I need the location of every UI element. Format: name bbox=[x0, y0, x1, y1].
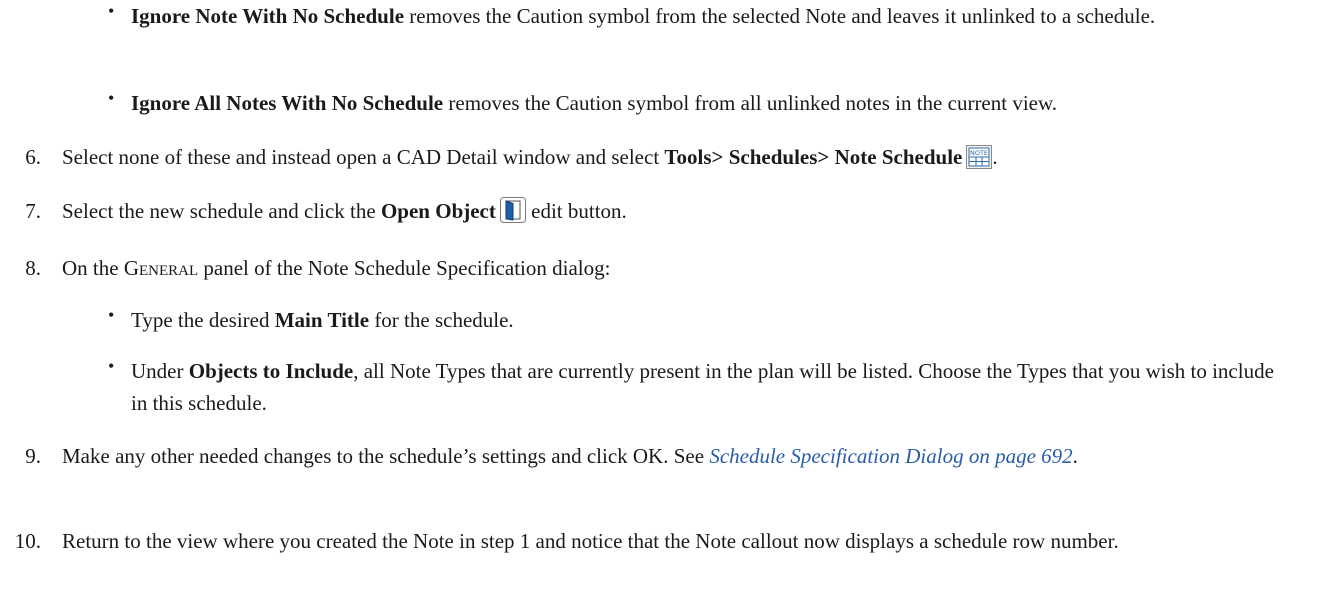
bullet-dot: • bbox=[108, 88, 115, 108]
manual-page: • Ignore Note With No Schedule removes t… bbox=[0, 0, 1334, 608]
bold-term: Objects to Include bbox=[188, 359, 354, 383]
panel-name: General bbox=[123, 256, 199, 280]
bullet-dot: • bbox=[108, 1, 115, 21]
bullet-text: Ignore All Notes With No Schedule remove… bbox=[131, 91, 1058, 115]
menu-path: Tools> Schedules> Note Schedule bbox=[664, 145, 963, 169]
bold-term: Main Title bbox=[274, 308, 370, 332]
bullet-dot: • bbox=[108, 356, 115, 376]
button-name: Open Object bbox=[380, 199, 496, 223]
step-number: 10. bbox=[14, 529, 41, 553]
bold-term: Ignore Note With No Schedule bbox=[131, 4, 405, 28]
step-text: Return to the view where you created the… bbox=[62, 529, 1119, 553]
bold-term: Ignore All Notes With No Schedule bbox=[131, 91, 444, 115]
note-schedule-icon: NOTE bbox=[966, 145, 993, 178]
step-number: 6. bbox=[25, 145, 41, 169]
open-object-icon bbox=[499, 197, 526, 232]
bullet-text: Type the desired Main Title for the sche… bbox=[131, 308, 514, 332]
step-number: 9. bbox=[25, 444, 41, 468]
svg-text:NOTE: NOTE bbox=[970, 149, 988, 157]
step-text: Select none of these and instead open a … bbox=[62, 141, 1292, 178]
bullet-dot: • bbox=[108, 305, 115, 325]
bullet-text: Ignore Note With No Schedule removes the… bbox=[131, 4, 1156, 28]
step-text: On the General panel of the Note Schedul… bbox=[62, 256, 611, 280]
bullet-text: Under Objects to Include, all Note Types… bbox=[131, 359, 1274, 415]
cross-reference-link[interactable]: Schedule Specification Dialog on page 69… bbox=[709, 444, 1072, 468]
step-text: Select the new schedule and click the Op… bbox=[62, 195, 1292, 232]
step-number: 7. bbox=[25, 199, 41, 223]
step-number: 8. bbox=[25, 256, 41, 280]
step-text: Make any other needed changes to the sch… bbox=[62, 444, 1078, 468]
